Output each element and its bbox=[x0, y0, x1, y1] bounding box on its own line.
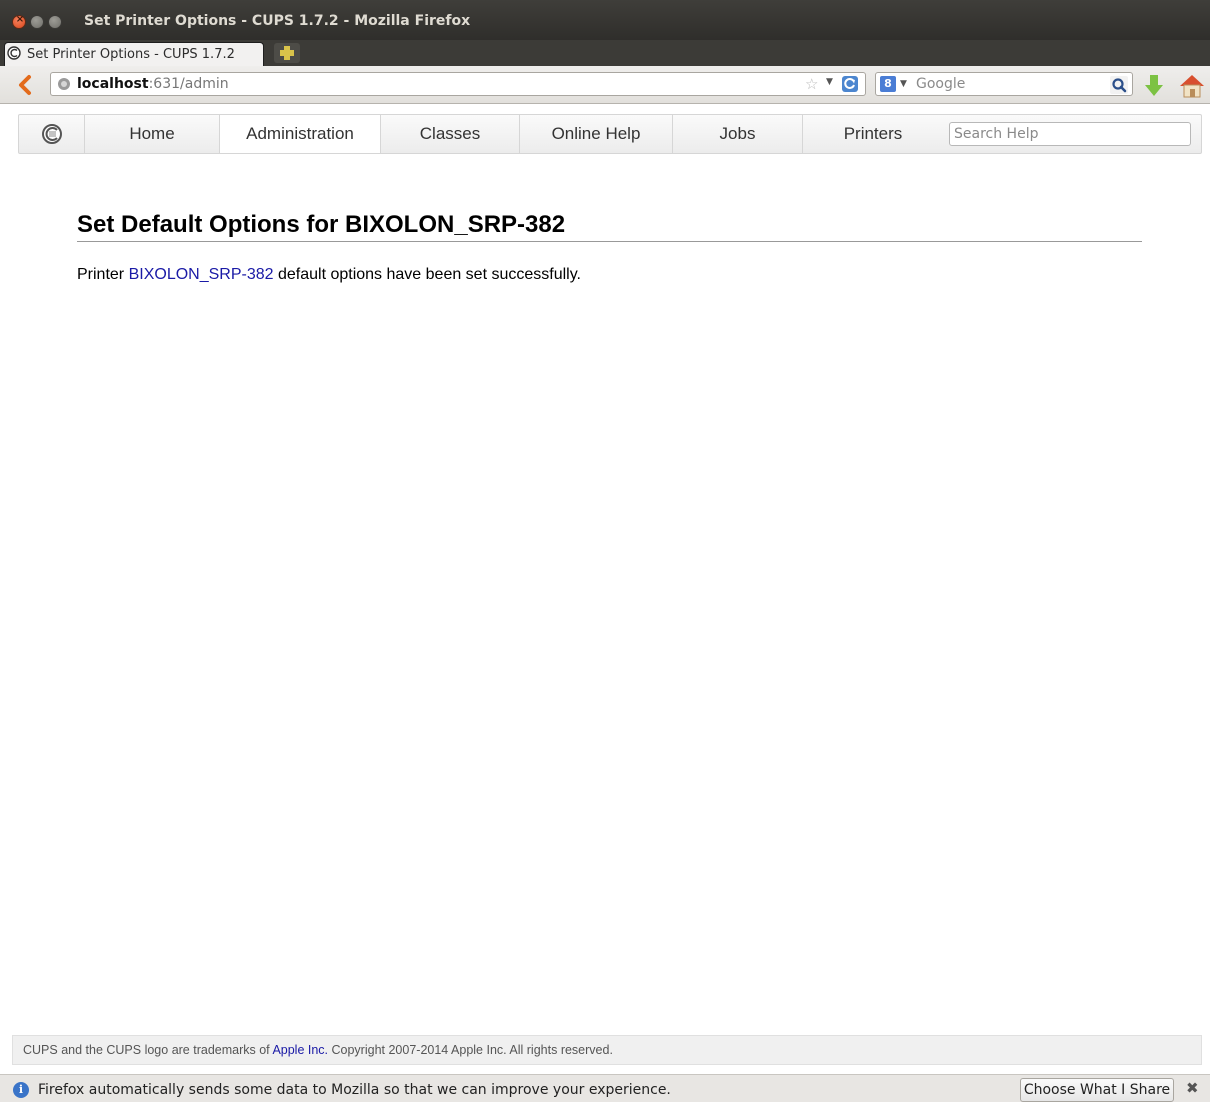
cups-logo-icon bbox=[41, 124, 62, 144]
cups-logo-icon bbox=[7, 46, 21, 60]
history-dropdown-icon[interactable]: ▼ bbox=[826, 77, 833, 87]
title-divider bbox=[77, 241, 1142, 242]
search-icon[interactable] bbox=[1110, 76, 1128, 94]
printer-link[interactable]: BIXOLON_SRP-382 bbox=[129, 266, 274, 283]
nav-administration[interactable]: Administration bbox=[220, 115, 381, 153]
search-bar[interactable]: 8 ▼ Google bbox=[875, 72, 1133, 96]
nav-classes[interactable]: Classes bbox=[381, 115, 520, 153]
cups-navigation: Home Administration Classes Online Help … bbox=[18, 114, 1202, 154]
window-titlebar: × Set Printer Options - CUPS 1.7.2 - Moz… bbox=[0, 0, 1210, 40]
reload-icon[interactable] bbox=[841, 75, 859, 93]
message-prefix: Printer bbox=[77, 266, 129, 283]
engine-dropdown-icon[interactable]: ▼ bbox=[900, 79, 907, 89]
window-minimize-button[interactable] bbox=[30, 15, 44, 29]
url-path: :631/admin bbox=[148, 76, 229, 92]
navigation-toolbar: localhost:631/admin ☆ ▼ 8 ▼ Google bbox=[0, 66, 1210, 104]
tab-strip: Set Printer Options - CUPS 1.7.2 bbox=[0, 40, 1210, 66]
plus-icon bbox=[280, 46, 294, 60]
choose-what-i-share-button[interactable]: Choose What I Share bbox=[1020, 1078, 1174, 1102]
nav-jobs[interactable]: Jobs bbox=[673, 115, 803, 153]
cups-home-logo-link[interactable] bbox=[19, 115, 85, 153]
address-bar[interactable]: localhost:631/admin ☆ ▼ bbox=[50, 72, 866, 96]
info-icon: i bbox=[13, 1082, 29, 1098]
window-title: Set Printer Options - CUPS 1.7.2 - Mozil… bbox=[84, 13, 471, 29]
window-close-button[interactable]: × bbox=[12, 14, 26, 29]
nav-online-help[interactable]: Online Help bbox=[520, 115, 673, 153]
message-suffix: default options have been set successful… bbox=[273, 266, 581, 283]
google-engine-icon[interactable]: 8 bbox=[880, 76, 896, 92]
download-icon[interactable] bbox=[1142, 74, 1166, 98]
browser-tab[interactable]: Set Printer Options - CUPS 1.7.2 bbox=[4, 42, 264, 66]
search-help-input[interactable] bbox=[949, 122, 1191, 146]
back-arrow-icon[interactable] bbox=[16, 74, 36, 96]
window-maximize-button[interactable] bbox=[48, 15, 62, 29]
notification-bar: i Firefox automatically sends some data … bbox=[0, 1074, 1210, 1102]
url-host: localhost bbox=[77, 76, 149, 92]
apple-link[interactable]: Apple Inc. bbox=[272, 1043, 328, 1057]
close-icon[interactable]: ✖ bbox=[1186, 1079, 1199, 1097]
page-footer: CUPS and the CUPS logo are trademarks of… bbox=[12, 1035, 1202, 1065]
footer-prefix: CUPS and the CUPS logo are trademarks of bbox=[23, 1043, 273, 1057]
search-bar-placeholder: Google bbox=[916, 76, 966, 92]
url-text: localhost:631/admin bbox=[77, 76, 229, 92]
page-title: Set Default Options for BIXOLON_SRP-382 bbox=[77, 211, 566, 238]
home-icon[interactable] bbox=[1178, 73, 1206, 99]
new-tab-button[interactable] bbox=[274, 43, 300, 63]
globe-icon bbox=[58, 78, 70, 90]
footer-suffix: Copyright 2007-2014 Apple Inc. All right… bbox=[328, 1043, 613, 1057]
bookmark-star-icon[interactable]: ☆ bbox=[805, 75, 818, 93]
tab-label: Set Printer Options - CUPS 1.7.2 bbox=[27, 47, 235, 62]
notification-text: Firefox automatically sends some data to… bbox=[38, 1082, 671, 1098]
status-message: Printer BIXOLON_SRP-382 default options … bbox=[77, 266, 581, 284]
nav-printers[interactable]: Printers bbox=[803, 115, 943, 153]
nav-home[interactable]: Home bbox=[85, 115, 220, 153]
